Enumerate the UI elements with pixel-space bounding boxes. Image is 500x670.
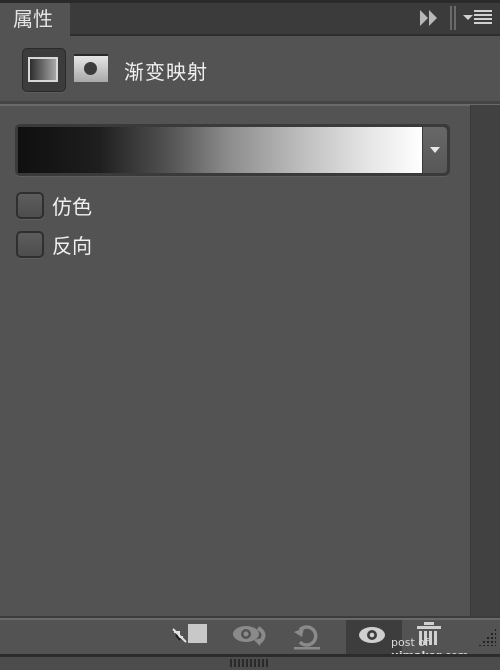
scrollbar-track[interactable] <box>470 105 500 617</box>
clip-to-layer-button[interactable] <box>168 620 208 654</box>
gradient-dropdown-button[interactable] <box>423 127 447 173</box>
reset-icon <box>294 625 320 650</box>
watermark-prefix: post of <box>391 636 429 649</box>
clip-to-layer-icon <box>172 624 207 643</box>
double-chevron-right-icon <box>420 10 437 26</box>
adjustment-title: 渐变映射 <box>124 60 208 84</box>
divider <box>0 0 500 3</box>
panel-menu-icon <box>463 10 492 24</box>
dither-checkbox[interactable] <box>16 192 44 219</box>
reset-button[interactable] <box>288 620 328 654</box>
reverse-checkbox[interactable] <box>16 231 44 258</box>
divider <box>0 104 500 106</box>
reverse-label: 反向 <box>52 234 92 258</box>
panel-menu-button[interactable] <box>463 8 495 28</box>
dither-label: 仿色 <box>52 195 92 219</box>
adjustment-mode-button[interactable] <box>22 48 66 92</box>
layer-mask-icon <box>84 62 97 75</box>
panel-drag-grip[interactable] <box>450 6 456 30</box>
panel-tab-bar: 属性 <box>0 0 500 36</box>
eye-previous-icon <box>233 626 266 646</box>
mask-mode-button[interactable] <box>74 54 108 82</box>
gradient-picker[interactable] <box>15 124 450 176</box>
panel-resize-handle[interactable] <box>230 659 270 667</box>
gradient-map-adjustment-icon <box>28 57 58 82</box>
chevron-down-icon <box>430 147 440 153</box>
tab-properties[interactable]: 属性 <box>0 3 70 36</box>
gradient-preview[interactable] <box>18 127 422 173</box>
view-previous-state-button[interactable] <box>230 620 270 654</box>
collapse-panel-button[interactable] <box>420 10 438 26</box>
